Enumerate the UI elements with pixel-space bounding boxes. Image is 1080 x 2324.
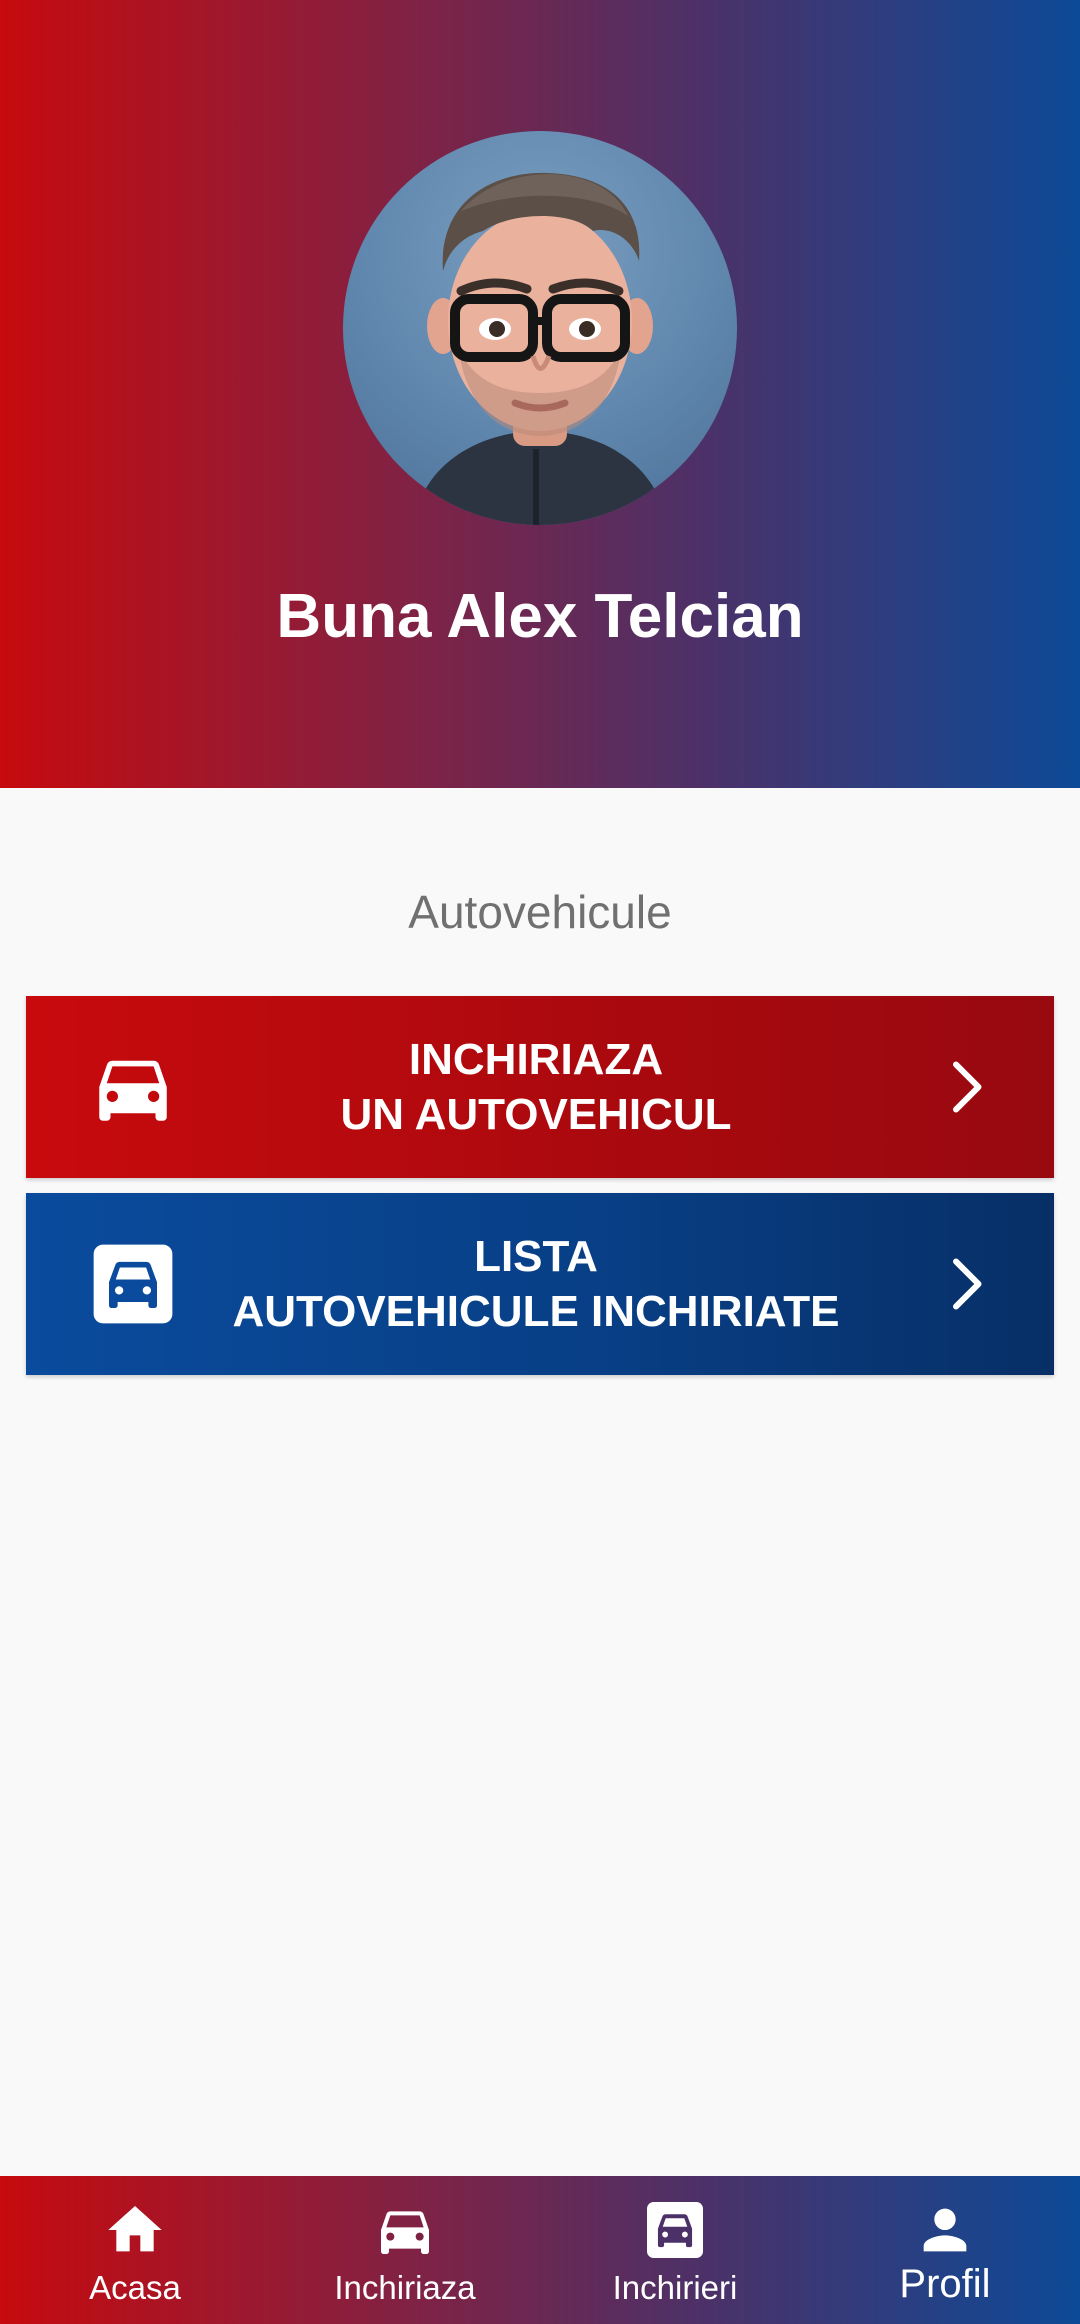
car-icon xyxy=(381,2211,429,2254)
nav-label-acasa: Acasa xyxy=(89,2269,181,2306)
nav-item-inchirieri[interactable]: Inchirieri xyxy=(540,2176,810,2324)
home-icon xyxy=(108,2206,162,2252)
bottom-navigation: Acasa Inchiriaza Inchirieri Profil xyxy=(0,2176,1080,2324)
rent-vehicle-label: INCHIRIAZA UN AUTOVEHICUL xyxy=(196,996,876,1178)
chevron-right-icon xyxy=(953,1061,982,1113)
avatar xyxy=(343,131,737,525)
person-icon xyxy=(923,2208,967,2252)
nav-label-profil: Profil xyxy=(899,2262,991,2306)
rent-vehicle-button[interactable]: INCHIRIAZA UN AUTOVEHICUL xyxy=(26,996,1054,1178)
profile-header: Buna Alex Telcian xyxy=(0,0,1080,788)
avatar-image xyxy=(413,172,667,525)
car-icon xyxy=(99,1060,167,1121)
nav-item-profil[interactable]: Profil xyxy=(810,2176,1080,2324)
car-box-icon xyxy=(93,1244,173,1324)
nav-label-inchirieri: Inchirieri xyxy=(612,2269,738,2306)
rent-vehicle-line1: INCHIRIAZA xyxy=(408,1035,664,1084)
chevron-right-icon xyxy=(953,1258,982,1310)
rented-vehicles-list-button[interactable]: LISTA AUTOVEHICULE INCHIRIATE xyxy=(26,1193,1054,1375)
nav-item-inchiriaza[interactable]: Inchiriaza xyxy=(270,2176,540,2324)
rented-vehicles-label: LISTA AUTOVEHICULE INCHIRIATE xyxy=(196,1193,876,1375)
car-box-icon xyxy=(647,2202,703,2258)
section-title: Autovehicule xyxy=(408,886,672,938)
rented-vehicles-line2: AUTOVEHICULE INCHIRIATE xyxy=(232,1287,840,1336)
rent-vehicle-line2: UN AUTOVEHICUL xyxy=(340,1090,732,1139)
greeting-title: Buna Alex Telcian xyxy=(276,582,804,651)
nav-item-acasa[interactable]: Acasa xyxy=(0,2176,270,2324)
nav-label-inchiriaza: Inchiriaza xyxy=(334,2269,476,2306)
rented-vehicles-line1: LISTA xyxy=(474,1232,598,1281)
